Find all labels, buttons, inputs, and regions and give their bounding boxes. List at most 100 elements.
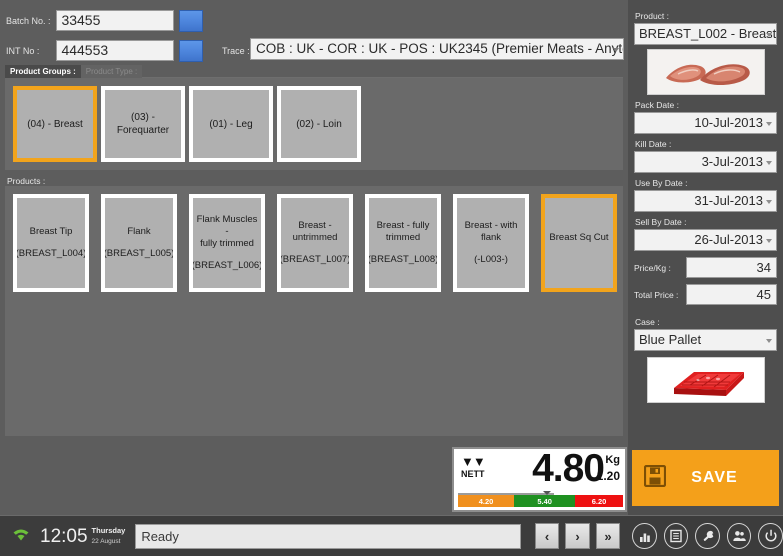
range-marker-icon <box>543 491 551 495</box>
product-name-line2: flank <box>480 232 502 243</box>
product-group-tile-01[interactable]: (01) - Leg <box>189 86 273 162</box>
product-name-line1: Flank <box>127 226 151 237</box>
product-tile-breast-l005[interactable]: Flank (BREAST_L005) <box>101 194 177 292</box>
tab-product-type[interactable]: Product Type : <box>80 65 143 78</box>
save-button[interactable]: SAVE <box>632 450 779 506</box>
red-crate-icon <box>647 358 764 402</box>
product-name-line1: Breast - <box>298 220 332 231</box>
details-sidebar: Product : BREAST_L002 - Breast - s Pack … <box>628 0 783 515</box>
weight-units: Kg 1.20 <box>597 454 620 483</box>
price-per-kg-input[interactable]: 34 <box>686 257 777 278</box>
group-label-line2: Forequarter <box>116 125 170 136</box>
product-code: (BREAST_L008) <box>367 254 439 265</box>
product-tile-l003[interactable]: Breast - with flank (-L003-) <box>453 194 529 292</box>
power-icon <box>765 529 777 542</box>
product-code: (-L003-) <box>474 254 508 265</box>
range-segment-over: 6.20 <box>575 495 623 507</box>
products-label: Products : <box>7 176 46 186</box>
range-segment-ok: 5.40 <box>514 495 576 507</box>
records-button[interactable] <box>663 523 689 549</box>
int-no-label: INT No : <box>6 46 40 56</box>
use-by-date-label: Use By Date : <box>635 178 688 188</box>
nav-next-button[interactable]: › <box>565 523 590 549</box>
product-code: (BREAST_L005) <box>103 248 175 259</box>
product-tile-breast-l007[interactable]: Breast - untrimmed (BREAST_L007) <box>277 194 353 292</box>
batch-no-label: Batch No. : <box>6 16 51 26</box>
wrench-icon <box>703 530 713 541</box>
weight-display-panel[interactable]: ▼▼ NETT 4.80 Kg 1.20 4.20 5.40 6.20 <box>452 447 627 512</box>
price-per-kg-label: Price/Kg : <box>634 262 671 273</box>
document-list-icon <box>670 529 682 543</box>
power-button[interactable] <box>758 523 783 549</box>
users-icon <box>733 531 746 541</box>
clock-date-value: 22 August <box>91 538 121 545</box>
status-bar: 12:05 Thursday 22 August Ready ‹ › » <box>0 515 783 556</box>
product-code: (BREAST_L006) <box>191 260 263 271</box>
int-no-input[interactable]: 444553 <box>56 40 175 61</box>
product-name-line1: Breast - with <box>464 220 518 231</box>
product-code: (BREAST_L004) <box>15 248 87 259</box>
tab-bar: Product Groups : Product Type : <box>5 65 623 78</box>
kill-date-combo[interactable]: 3-Jul-2013 <box>634 151 777 173</box>
main-content-area: Batch No. : 33455 INT No : 444553 Trace … <box>0 0 628 515</box>
case-combo[interactable]: Blue Pallet <box>634 329 777 351</box>
range-segment-under: 4.20 <box>458 495 515 507</box>
total-price-input[interactable]: 45 <box>686 284 777 305</box>
product-tile-breast-sq-cut[interactable]: Breast Sq Cut <box>541 194 617 292</box>
kill-date-label: Kill Date : <box>635 139 672 149</box>
trace-combo[interactable]: COB : UK - COR : UK - POS : UK2345 (Prem… <box>250 38 624 60</box>
use-by-date-combo[interactable]: 31-Jul-2013 <box>634 190 777 212</box>
product-combo[interactable]: BREAST_L002 - Breast - s <box>634 23 777 45</box>
batch-no-row: Batch No. : 33455 <box>6 10 175 32</box>
tab-product-groups[interactable]: Product Groups : <box>5 65 81 78</box>
settings-button[interactable] <box>695 523 720 549</box>
nav-previous-button[interactable]: ‹ <box>534 523 560 549</box>
product-name-line2: fully trimmed <box>200 238 254 249</box>
case-label: Case : <box>635 317 660 327</box>
nav-last-button[interactable]: » <box>595 523 621 549</box>
product-name-line2: trimmed <box>385 232 421 243</box>
reports-button[interactable] <box>632 523 657 549</box>
product-name-line1: Breast - fully <box>376 220 430 231</box>
int-no-lookup-button[interactable] <box>179 40 203 62</box>
products-panel: Breast Tip (BREAST_L004) Flank (BREAST_L… <box>5 186 623 436</box>
product-name-line2: untrimmed <box>292 232 338 243</box>
bar-chart-icon <box>639 533 650 542</box>
case-image <box>646 357 765 403</box>
total-price-label: Total Price : <box>634 289 679 300</box>
product-tile-breast-l008[interactable]: Breast - fully trimmed (BREAST_L008) <box>365 194 441 292</box>
product-tile-breast-l004[interactable]: Breast Tip (BREAST_L004) <box>13 194 89 292</box>
weight-value: 4.80 <box>532 447 605 490</box>
product-group-tile-04[interactable]: (04) - Breast <box>13 86 97 162</box>
int-no-row: INT No : 444553 <box>6 40 175 62</box>
pack-date-combo[interactable]: 10-Jul-2013 <box>634 112 777 134</box>
group-label-line1: (01) - Leg <box>209 118 253 130</box>
total-price-row: Total Price : 45 <box>634 284 777 305</box>
sell-by-date-combo[interactable]: 26-Jul-2013 <box>634 229 777 251</box>
meat-photo-icon <box>647 50 764 94</box>
clock-time: 12:05 <box>40 525 88 547</box>
product-name-line1: Breast Sq Cut <box>549 232 609 243</box>
product-group-tile-02[interactable]: (02) - Loin <box>277 86 361 162</box>
group-label-line1: (02) - Loin <box>296 118 342 130</box>
batch-no-lookup-button[interactable] <box>179 10 203 32</box>
pack-date-label: Pack Date : <box>635 100 679 110</box>
product-tile-breast-l006[interactable]: Flank Muscles - fully trimmed (BREAST_L0… <box>189 194 265 292</box>
sell-by-date-label: Sell By Date : <box>635 217 687 227</box>
tare-value: 1.20 <box>596 469 620 483</box>
product-name-line1: Flank Muscles - <box>196 214 258 237</box>
status-message-input[interactable]: Ready <box>135 523 521 549</box>
product-code: (BREAST_L007) <box>279 254 351 265</box>
application-window: Batch No. : 33455 INT No : 444553 Trace … <box>0 0 783 556</box>
wifi-icon[interactable] <box>10 525 32 548</box>
clock-date: Thursday 22 August <box>92 526 126 546</box>
price-per-kg-row: Price/Kg : 34 <box>634 257 777 278</box>
product-label: Product : <box>635 11 670 21</box>
batch-no-input[interactable]: 33455 <box>56 10 175 31</box>
product-image <box>646 49 765 95</box>
group-label-line1: (04) - Breast <box>27 118 83 130</box>
floppy-disk-icon <box>643 464 667 492</box>
product-group-tile-03[interactable]: (03) - Forequarter <box>101 86 185 162</box>
users-button[interactable] <box>726 523 752 549</box>
clock-weekday: Thursday <box>91 526 126 535</box>
